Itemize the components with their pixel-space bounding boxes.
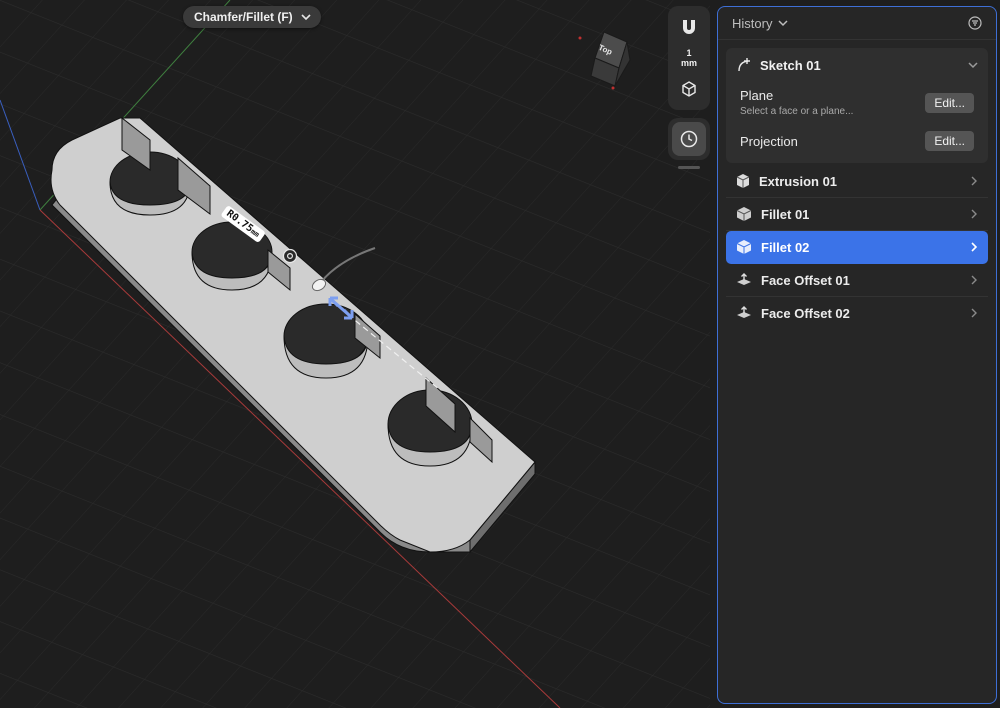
history-item-fillet-01[interactable]: Fillet 01 — [726, 198, 988, 231]
units-label: mm — [680, 58, 697, 68]
history-panel-header: History — [718, 7, 996, 39]
sketch-header[interactable]: Sketch 01 — [726, 48, 988, 82]
viewport-toolbar: 1 mm — [668, 6, 710, 169]
history-panel: History Sketch 01 Plane Select a face or… — [717, 6, 997, 704]
units-value: 1 — [686, 48, 692, 58]
fillet-radius-unit: mm — [249, 227, 261, 239]
projection-label: Projection — [740, 133, 798, 149]
fillet-icon — [736, 207, 752, 221]
history-item-label: Fillet 01 — [761, 206, 810, 222]
filter-icon[interactable] — [968, 16, 982, 30]
history-item-label: Fillet 02 — [761, 239, 810, 255]
history-item-extrusion-01[interactable]: Extrusion 01 — [726, 165, 988, 198]
history-title-dropdown[interactable]: History — [732, 16, 788, 31]
clock-icon — [680, 130, 698, 148]
chevron-right-icon — [971, 209, 977, 219]
history-item-label: Face Offset 01 — [761, 272, 850, 288]
history-item-sketch[interactable]: Sketch 01 Plane Select a face or a plane… — [726, 48, 988, 163]
history-toggle-button[interactable] — [672, 122, 706, 156]
chevron-down-icon — [301, 14, 311, 21]
toolbar-drag-handle[interactable] — [678, 166, 700, 169]
history-item-fillet-02[interactable]: Fillet 02 — [726, 231, 988, 264]
plane-edit-button[interactable]: Edit... — [925, 92, 974, 113]
cube-axes-icon — [682, 81, 696, 97]
units-button[interactable]: 1 mm — [672, 44, 706, 72]
history-item-face-offset-02[interactable]: Face Offset 02 — [726, 297, 988, 330]
sketch-projection-row: Projection Edit... — [726, 125, 988, 163]
view-cube[interactable]: Top — [575, 28, 633, 90]
fillet-icon — [736, 240, 752, 254]
sketch-icon — [738, 58, 750, 72]
history-title: History — [732, 15, 773, 31]
chevron-down-icon[interactable] — [968, 61, 978, 69]
history-item-label: Face Offset 02 — [761, 305, 850, 321]
plane-hint: Select a face or a plane... — [740, 106, 854, 117]
sketch-plane-row: Plane Select a face or a plane... Edit..… — [726, 82, 988, 125]
face-offset-icon — [737, 273, 751, 285]
toolbar-group-snapping: 1 mm — [668, 6, 710, 110]
magnet-icon — [683, 20, 695, 34]
snap-magnet-button[interactable] — [672, 10, 706, 44]
chevron-right-icon — [971, 242, 978, 252]
chevron-down-icon — [778, 20, 788, 27]
scene-canvas[interactable] — [0, 0, 710, 708]
sketch-label: Sketch 01 — [760, 57, 821, 73]
chevron-right-icon — [971, 176, 977, 186]
history-item-label: Extrusion 01 — [759, 173, 838, 189]
axis-gizmo-button[interactable] — [672, 72, 706, 106]
active-tool-dropdown[interactable]: Chamfer/Fillet (F) — [183, 6, 321, 28]
history-item-face-offset-01[interactable]: Face Offset 01 — [726, 264, 988, 297]
chevron-right-icon — [971, 275, 977, 285]
toolbar-group-history — [668, 118, 710, 160]
settings-gear-icon[interactable] — [282, 248, 298, 264]
history-list: Extrusion 01 Fillet 01 Fillet 02 Face Of… — [718, 165, 996, 330]
panel-divider — [718, 39, 996, 40]
plane-label: Plane — [740, 88, 774, 103]
extrusion-icon — [736, 174, 750, 188]
face-offset-icon — [737, 306, 751, 318]
chevron-right-icon — [971, 308, 977, 318]
active-tool-label: Chamfer/Fillet (F) — [194, 10, 293, 24]
projection-edit-button[interactable]: Edit... — [925, 131, 974, 151]
